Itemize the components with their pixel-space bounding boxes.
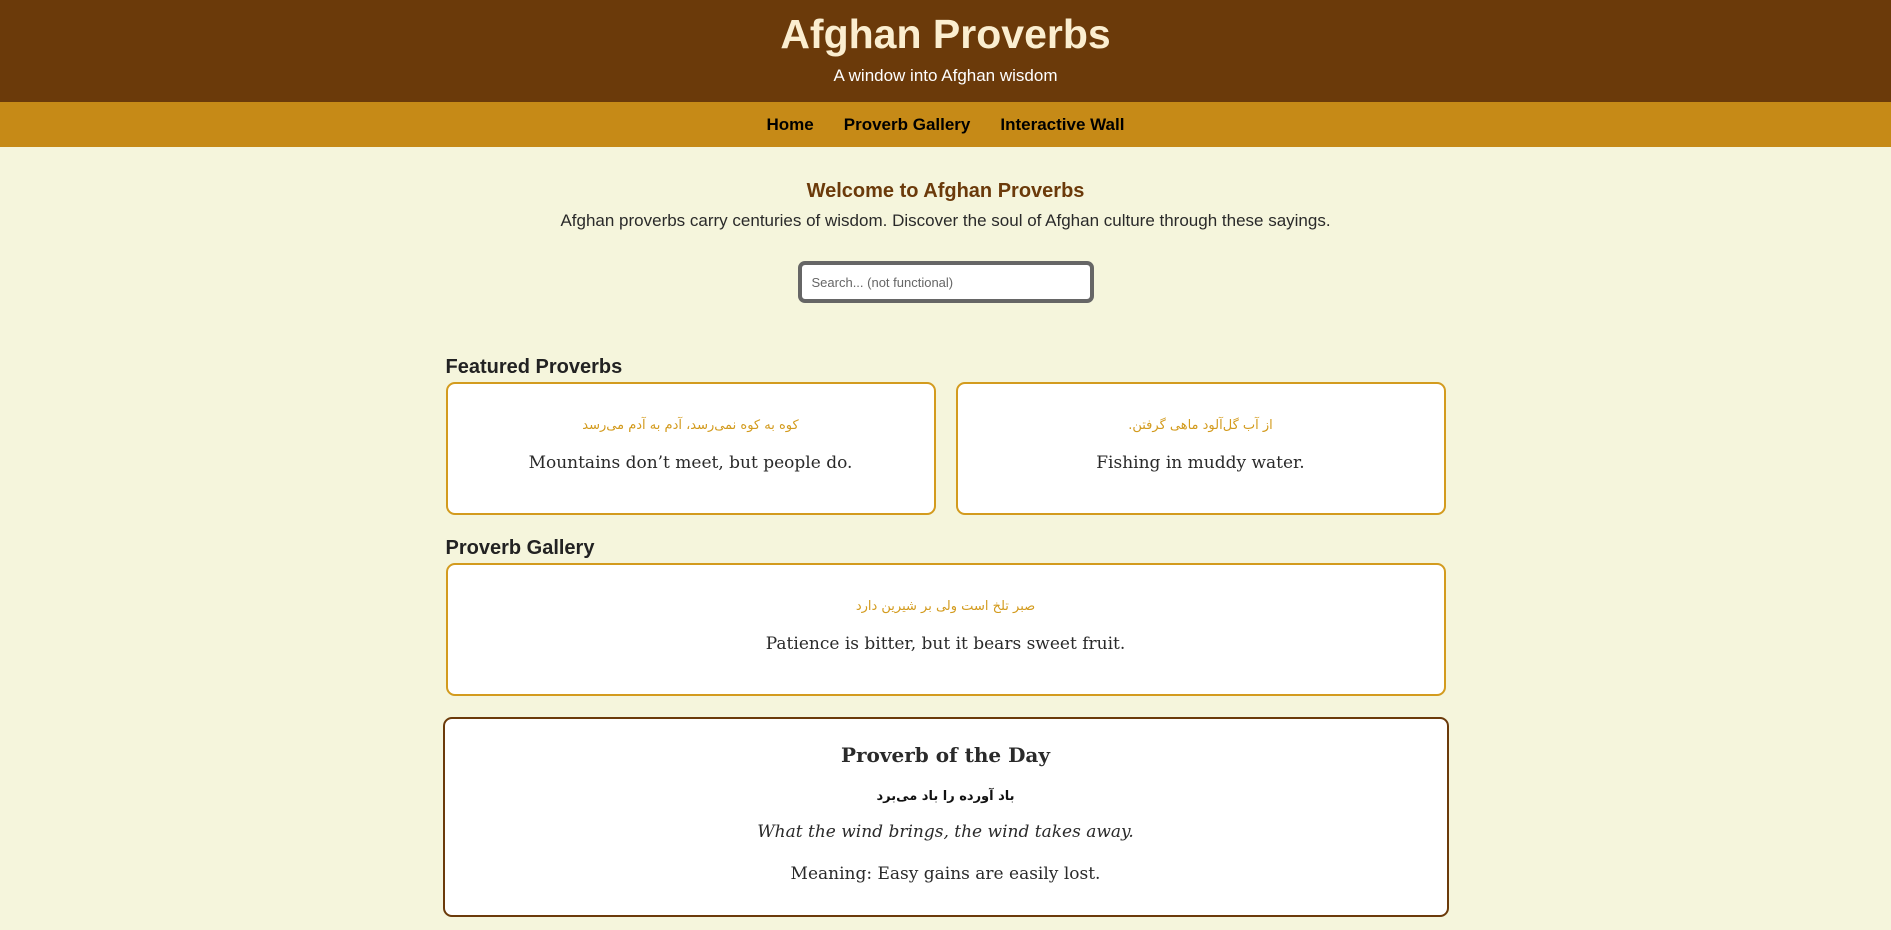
site-title: Afghan Proverbs xyxy=(780,11,1111,57)
intro-section: Welcome to Afghan Proverbs Afghan prover… xyxy=(0,147,1891,231)
featured-card: کوه به کوه نمی‌رسد، آدم به آدم می‌رسد Mo… xyxy=(445,382,936,515)
main-nav: Home Proverb Gallery Interactive Wall xyxy=(0,102,1891,147)
proverb-original: صبر تلخ است ولی بر شیرین دارد xyxy=(855,599,1036,614)
potd-original: باد آورده را باد می‌برد xyxy=(876,789,1015,804)
proverb-original: از آب گل‌آلود ماهی گرفتن. xyxy=(1128,418,1273,433)
proverb-original: کوه به کوه نمی‌رسد، آدم به آدم می‌رسد xyxy=(582,418,799,433)
intro-heading: Welcome to Afghan Proverbs xyxy=(806,180,1085,202)
proverb-translation: Patience is bitter, but it bears sweet f… xyxy=(765,634,1126,654)
nav-link-interactive-wall[interactable]: Interactive Wall xyxy=(1000,115,1124,135)
site-subtitle: A window into Afghan wisdom xyxy=(833,66,1058,85)
featured-card: از آب گل‌آلود ماهی گرفتن. Fishing in mud… xyxy=(955,382,1446,515)
nav-link-home[interactable]: Home xyxy=(767,115,814,135)
search-container xyxy=(0,261,1891,303)
intro-text: Afghan proverbs carry centuries of wisdo… xyxy=(560,211,1331,230)
proverb-translation: Mountains don’t meet, but people do. xyxy=(528,453,853,473)
gallery-heading: Proverb Gallery xyxy=(445,537,595,559)
gallery-card: صبر تلخ است ولی بر شیرین دارد Patience i… xyxy=(445,563,1446,696)
proverb-of-the-day-card: Proverb of the Day باد آورده را باد می‌ب… xyxy=(442,717,1449,917)
potd-meaning: Meaning: Easy gains are easily lost. xyxy=(790,864,1101,884)
potd-title: Proverb of the Day xyxy=(840,743,1051,767)
featured-heading: Featured Proverbs xyxy=(445,356,623,378)
main-content: Featured Proverbs کوه به کوه نمی‌رسد، آد… xyxy=(442,356,1449,917)
search-input[interactable] xyxy=(797,261,1094,303)
site-header: Afghan Proverbs A window into Afghan wis… xyxy=(0,0,1891,102)
potd-translation: What the wind brings, the wind takes awa… xyxy=(757,822,1134,842)
nav-link-proverb-gallery[interactable]: Proverb Gallery xyxy=(844,115,971,135)
featured-cards: کوه به کوه نمی‌رسد، آدم به آدم می‌رسد Mo… xyxy=(445,382,1446,515)
proverb-translation: Fishing in muddy water. xyxy=(1096,453,1305,473)
